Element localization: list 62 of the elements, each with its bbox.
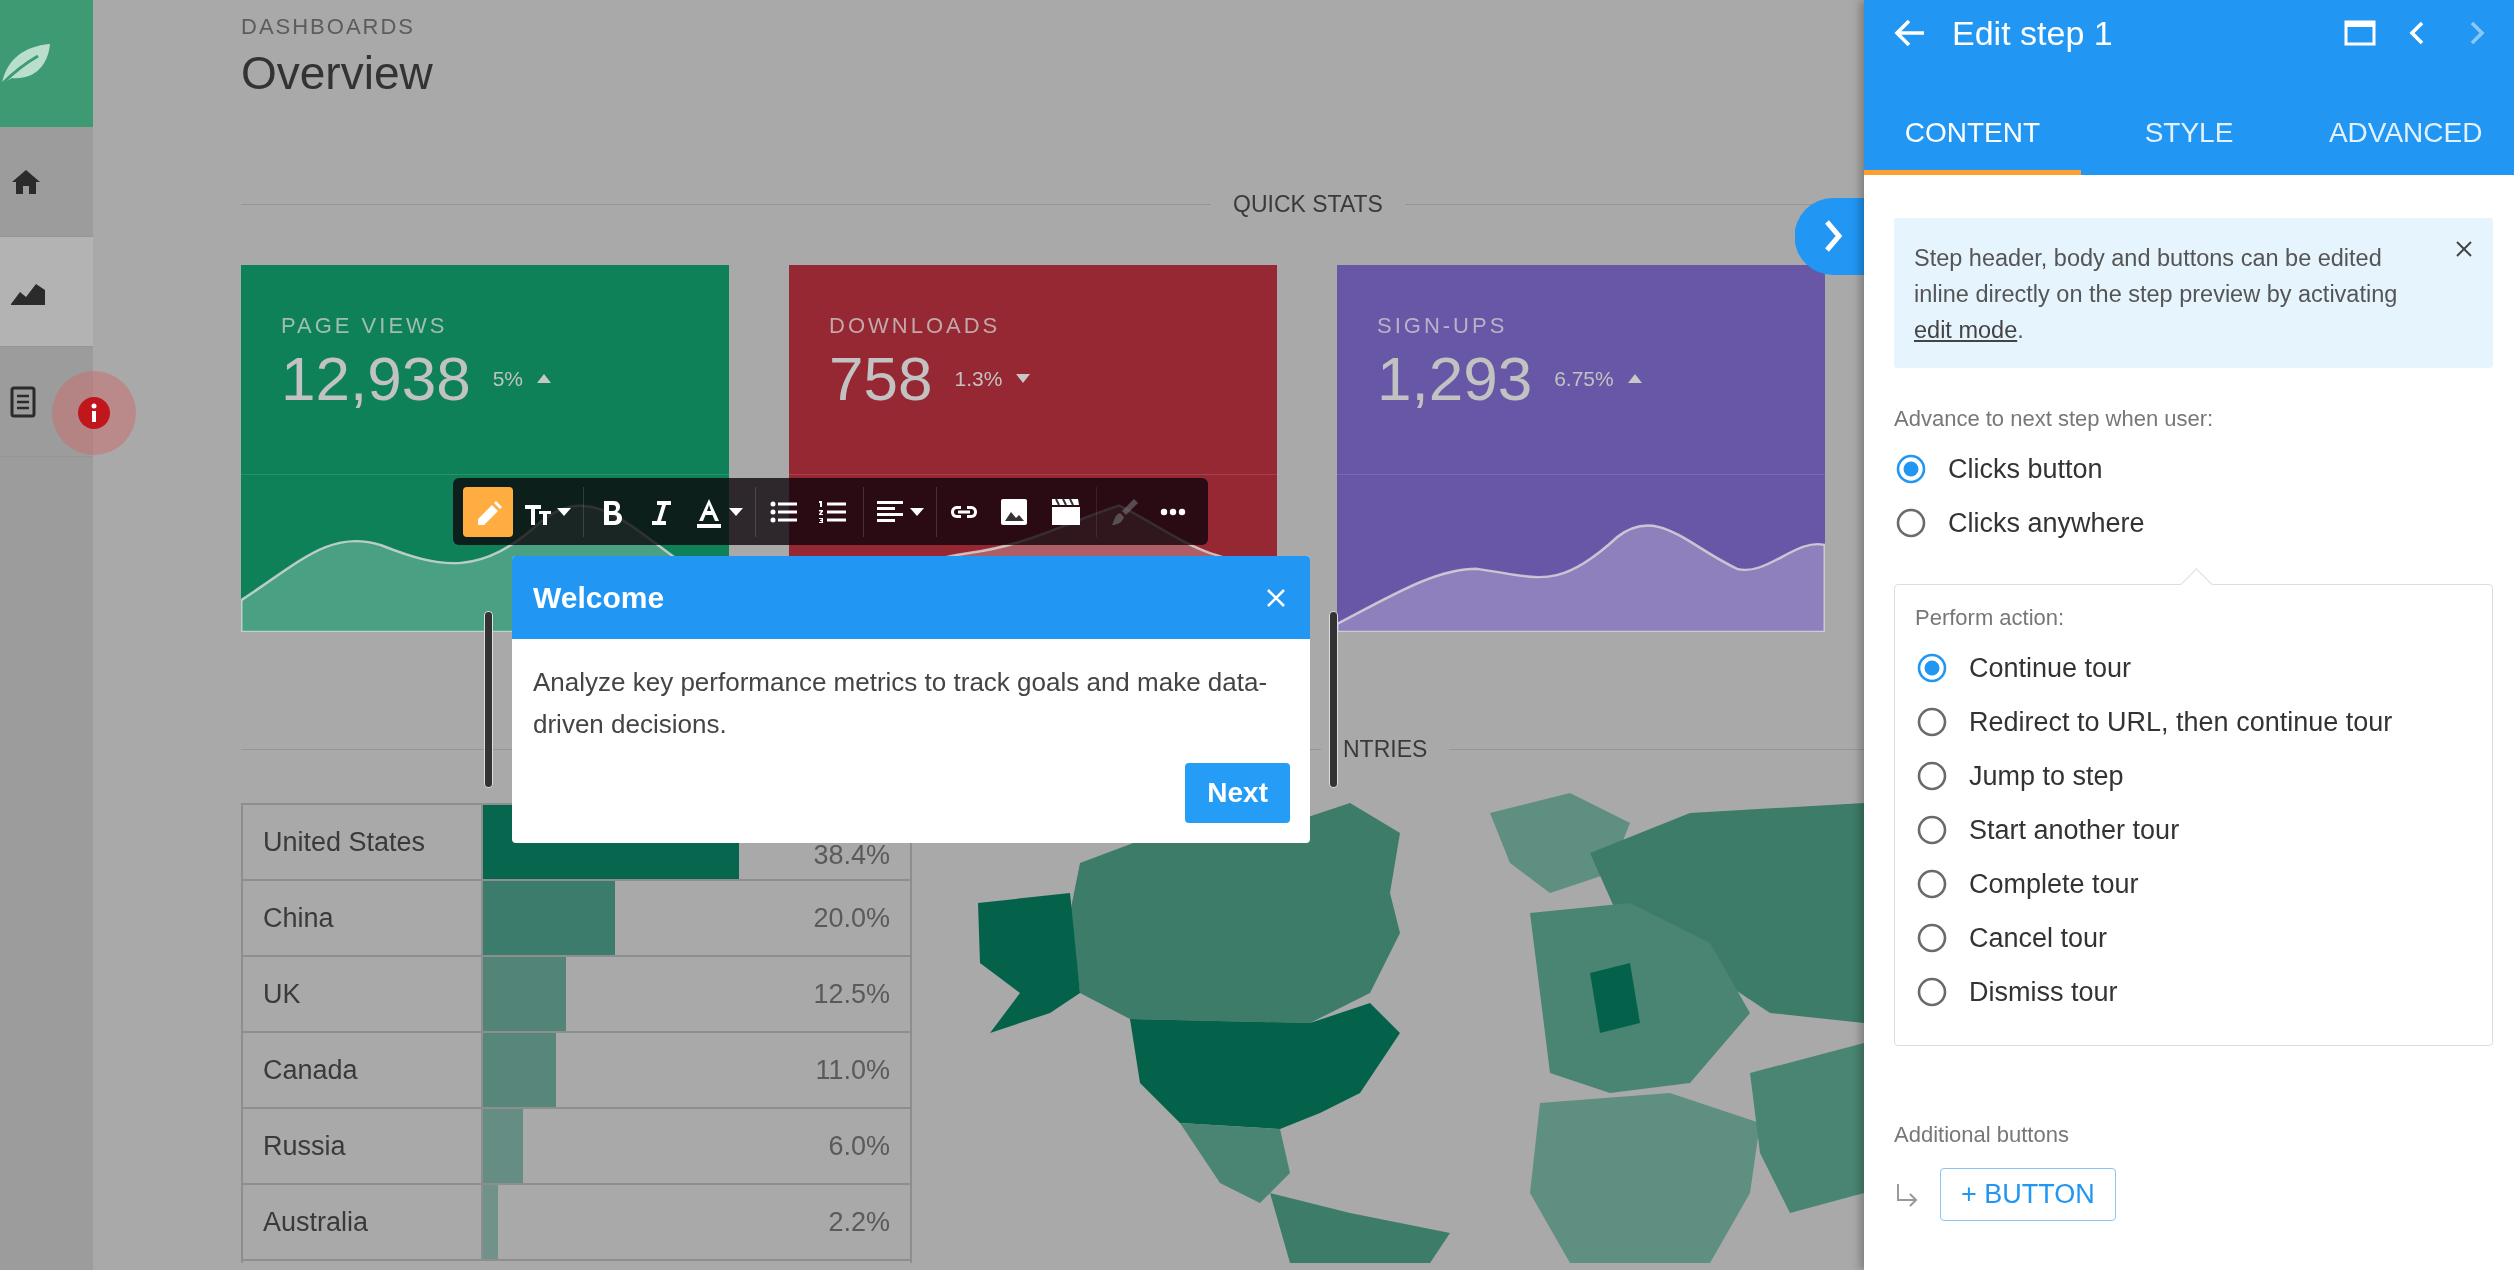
- share-value: 6.0%: [828, 1130, 891, 1162]
- share-value: 20.0%: [813, 902, 891, 934]
- home-icon: [10, 167, 42, 196]
- stat-value: 12,938: [281, 343, 471, 414]
- stat-label: DOWNLOADS: [829, 313, 1001, 339]
- section-heading: NTRIES: [1343, 736, 1428, 763]
- page-title: Overview: [241, 46, 433, 100]
- stat-value: 1,293: [1377, 343, 1533, 414]
- radio-button[interactable]: [1917, 869, 1947, 899]
- leaf-icon: [0, 41, 52, 86]
- stat-label: SIGN-UPS: [1377, 313, 1508, 339]
- radio-button[interactable]: [1917, 977, 1947, 1007]
- radio-option[interactable]: Cancel tour: [1915, 911, 2108, 965]
- stat-change: 1.3%: [954, 366, 1003, 391]
- radio-option[interactable]: Dismiss tour: [1915, 965, 2118, 1019]
- close-icon[interactable]: [2455, 240, 2473, 258]
- sidebar-item[interactable]: [0, 237, 93, 347]
- radio-option[interactable]: Jump to step: [1915, 749, 2124, 803]
- popup-body: Analyze key performance metrics to track goals and make data-driven decisions.: [532, 666, 1269, 741]
- field-label: Perform action:: [1915, 605, 2065, 631]
- window-icon[interactable]: [2344, 20, 2376, 46]
- resize-handle[interactable]: [1329, 611, 1338, 788]
- caret-icon: [910, 507, 924, 516]
- document-icon: [10, 385, 36, 418]
- caret-icon: [729, 507, 743, 516]
- stat-label: PAGE VIEWS: [281, 313, 448, 339]
- radio-button[interactable]: [1896, 454, 1926, 484]
- radio-option[interactable]: Redirect to URL, then continue tour: [1915, 695, 2393, 749]
- resize-handle[interactable]: [484, 611, 493, 788]
- radio-button[interactable]: [1896, 508, 1926, 538]
- share-value: 11.0%: [815, 1054, 891, 1086]
- field-label: Advance to next step when user:: [1894, 406, 2214, 432]
- stat-change: 5%: [492, 366, 523, 391]
- radio-button[interactable]: [1917, 707, 1947, 737]
- stat-value: 758: [829, 343, 933, 414]
- radio-button[interactable]: [1917, 815, 1947, 845]
- share-value: 38.4%: [813, 840, 891, 871]
- toolbar-button[interactable]: [463, 486, 513, 537]
- stat-change: 6.75%: [1554, 366, 1614, 391]
- radio-button[interactable]: [1917, 923, 1947, 953]
- info-tooltip[interactable]: [52, 371, 136, 455]
- notice-text: Step header, body and buttons can be edited inline directly on the step preview by activating edit mode.: [1914, 244, 2399, 345]
- edit-mode-link[interactable]: edit mode: [1914, 317, 2018, 343]
- radio-option[interactable]: Clicks button: [1894, 442, 2103, 496]
- share-value: 12.5%: [813, 978, 891, 1010]
- radio-button[interactable]: [1917, 653, 1947, 683]
- expand-panel-button[interactable]: [1795, 198, 1864, 275]
- share-value: 2.2%: [828, 1206, 891, 1238]
- radio-button[interactable]: [1917, 761, 1947, 791]
- logo-tile[interactable]: [0, 0, 93, 127]
- popup-title: Welcome: [533, 580, 665, 615]
- radio-option[interactable]: Start another tour: [1915, 803, 2180, 857]
- field-label: Additional buttons: [1894, 1122, 2069, 1148]
- more-icon: [1159, 507, 1187, 516]
- back-arrow-icon[interactable]: [1894, 18, 1926, 48]
- section-heading: QUICK STATS: [1233, 191, 1383, 218]
- return-arrow-icon: [1894, 1181, 1920, 1208]
- panel-title: Edit step 1: [1952, 13, 2114, 53]
- radio-option[interactable]: Complete tour: [1915, 857, 2139, 911]
- radio-option[interactable]: Continue tour: [1915, 641, 2132, 695]
- radio-option[interactable]: Clicks anywhere: [1894, 496, 2145, 550]
- caret-icon: [557, 507, 571, 516]
